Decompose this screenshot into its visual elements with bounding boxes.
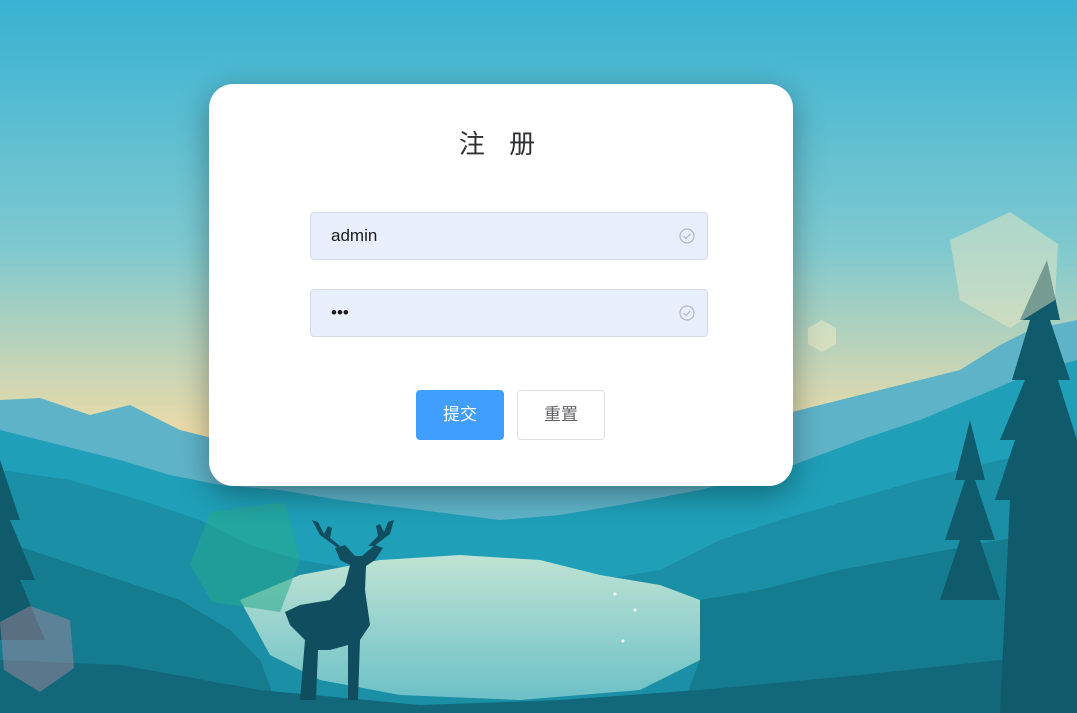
password-field[interactable] [310,289,708,337]
page-title: 注 册 [458,130,544,160]
password-input[interactable] [311,290,651,336]
username-input[interactable] [311,213,651,259]
register-card: 注 册 提交 重置 [209,84,793,486]
circle-check-icon [679,228,695,244]
username-field[interactable] [310,212,708,260]
reset-button[interactable]: 重置 [517,390,605,440]
submit-button[interactable]: 提交 [416,390,504,440]
circle-check-icon [679,305,695,321]
